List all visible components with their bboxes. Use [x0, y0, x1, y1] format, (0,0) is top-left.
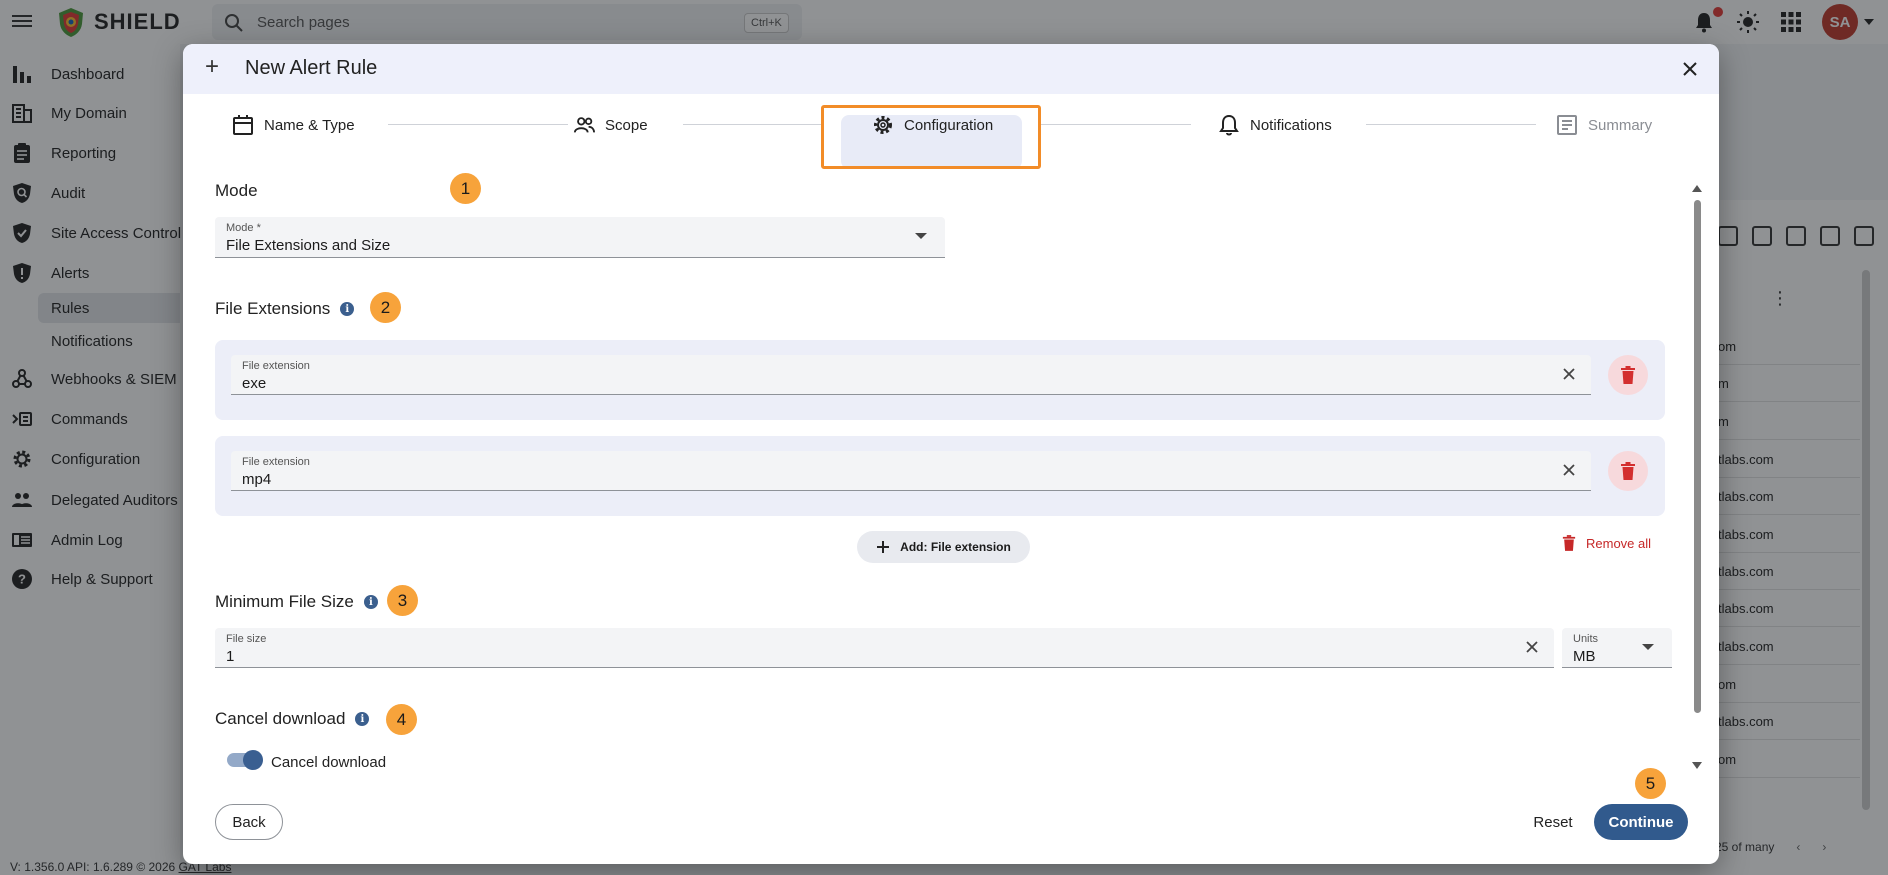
clear-icon[interactable]: [1524, 639, 1540, 655]
cancel-download-toggle[interactable]: [227, 750, 263, 770]
info-icon[interactable]: i: [340, 302, 355, 316]
delete-extension-button[interactable]: [1608, 355, 1648, 395]
summary-icon: [1557, 115, 1577, 135]
file-size-input[interactable]: File size 1: [215, 628, 1554, 668]
mode-select-label: Mode *: [226, 222, 261, 234]
units-label: Units: [1573, 633, 1599, 645]
mode-select-value: File Extensions and Size: [226, 237, 391, 254]
trash-icon: [1621, 366, 1635, 384]
remove-all-label: Remove all: [1586, 535, 1652, 551]
add-file-extension-label: Add: File extension: [900, 540, 1011, 554]
file-extensions-title: File Extensions: [215, 299, 331, 318]
step-summary[interactable]: Summary: [1556, 114, 1652, 136]
scrollbar-thumb[interactable]: [1694, 200, 1701, 713]
step-name-type[interactable]: Name & Type: [232, 114, 355, 136]
file-extension-value: exe: [242, 375, 267, 392]
trash-icon: [1621, 462, 1635, 480]
file-size-label: File size: [226, 633, 267, 645]
new-alert-rule-dialog: + New Alert Rule Name & Type Scope Confi…: [183, 44, 1719, 864]
close-dialog-button[interactable]: [1677, 56, 1703, 82]
file-extension-card: File extension mp4: [215, 436, 1665, 516]
step-badge: 3: [387, 585, 418, 616]
scroll-up-arrow-icon[interactable]: [1692, 185, 1702, 192]
chevron-down-icon: [915, 233, 927, 239]
dialog-title: New Alert Rule: [245, 57, 378, 79]
info-icon[interactable]: i: [363, 595, 378, 609]
bell-icon: [1219, 114, 1239, 136]
file-extension-label: File extension: [242, 360, 310, 372]
step-notifications[interactable]: Notifications: [1218, 114, 1332, 136]
step-label: Summary: [1588, 116, 1653, 134]
file-extensions-section-title: File Extensions i: [215, 299, 355, 319]
clear-icon[interactable]: [1561, 366, 1577, 382]
file-size-value: 1: [226, 648, 235, 665]
plus-icon: +: [205, 53, 220, 80]
min-file-size-title: Minimum File Size: [215, 592, 354, 611]
step-badge: 1: [450, 173, 481, 204]
step-label: Scope: [605, 116, 648, 134]
scroll-down-arrow-icon[interactable]: [1692, 762, 1702, 769]
file-extension-label: File extension: [242, 456, 310, 468]
people-icon: [573, 117, 595, 133]
min-file-size-section-title: Minimum File Size i: [215, 592, 378, 612]
mode-select[interactable]: Mode * File Extensions and Size: [215, 217, 945, 258]
mode-title: Mode: [215, 181, 258, 200]
step-scope[interactable]: Scope: [573, 114, 648, 136]
step-label: Notifications: [1250, 116, 1332, 134]
close-icon: [1683, 62, 1697, 76]
step-connector: [683, 124, 823, 125]
units-select[interactable]: Units MB: [1562, 628, 1672, 668]
continue-button[interactable]: Continue: [1594, 804, 1688, 840]
step-connector: [1041, 124, 1191, 125]
delete-extension-button[interactable]: [1608, 451, 1648, 491]
mode-section-title: Mode: [215, 181, 258, 201]
step-connector: [1366, 124, 1536, 125]
step-badge: 2: [370, 292, 401, 323]
trash-icon: [1562, 535, 1576, 551]
file-extension-card: File extension exe: [215, 340, 1665, 420]
cancel-download-section-title: Cancel download i: [215, 709, 370, 729]
step-badge: 5: [1635, 768, 1666, 799]
chevron-down-icon: [1642, 644, 1654, 650]
cancel-download-title: Cancel download: [215, 709, 346, 728]
plus-icon: [877, 541, 890, 553]
units-value: MB: [1573, 648, 1596, 665]
file-extension-input[interactable]: File extension mp4: [231, 451, 1591, 491]
clear-icon[interactable]: [1561, 462, 1577, 478]
toggle-knob: [243, 750, 263, 770]
dialog-scrollbar[interactable]: [1692, 185, 1702, 769]
file-extension-input[interactable]: File extension exe: [231, 355, 1591, 395]
active-step-outline: [821, 105, 1041, 169]
calendar-icon: [233, 115, 253, 135]
add-file-extension-button[interactable]: Add: File extension: [857, 531, 1030, 563]
info-icon[interactable]: i: [355, 712, 370, 726]
back-button[interactable]: Back: [215, 804, 283, 840]
remove-all-button[interactable]: Remove all: [1562, 535, 1651, 551]
step-badge: 4: [386, 704, 417, 735]
reset-button[interactable]: Reset: [1523, 804, 1583, 840]
dialog-header: + New Alert Rule: [183, 44, 1719, 94]
cancel-download-toggle-label: Cancel download: [271, 754, 387, 771]
step-connector: [388, 124, 568, 125]
file-extension-value: mp4: [242, 471, 272, 488]
step-label: Name & Type: [264, 116, 355, 134]
